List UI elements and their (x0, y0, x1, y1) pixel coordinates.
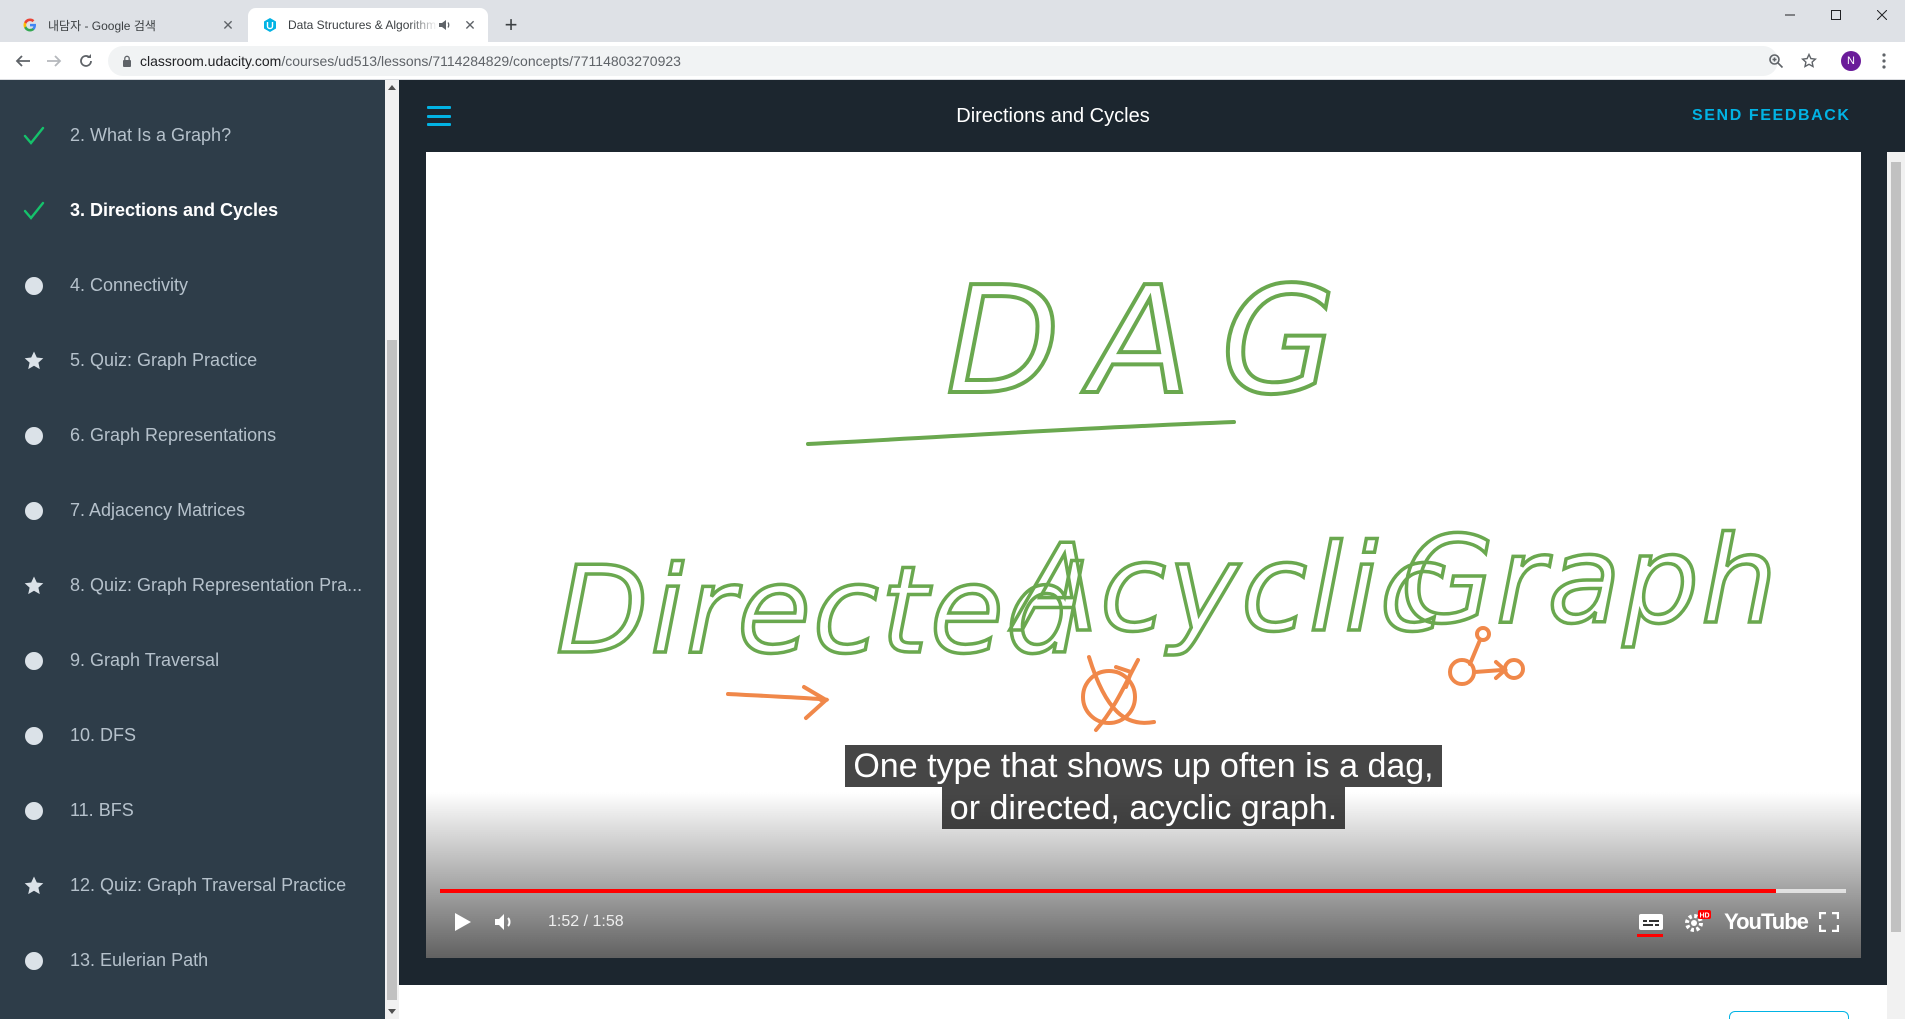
tab-title: 내담자 - Google 검색 (48, 18, 156, 33)
sidebar-item[interactable]: 13. Eulerian Path (0, 923, 385, 998)
tab-close-icon[interactable]: ✕ (218, 15, 238, 35)
main-content: Directions and Cycles SEND FEEDBACK DAG … (399, 80, 1905, 1019)
incomplete-dot-icon (22, 649, 46, 673)
lesson-header: Directions and Cycles SEND FEEDBACK (399, 80, 1905, 152)
sidebar-item-label: 4. Connectivity (70, 275, 189, 295)
checkmark-icon (22, 199, 46, 223)
sidebar-item-label: 6. Graph Representations (70, 425, 277, 445)
sidebar-item-label: 9. Graph Traversal (70, 650, 220, 670)
window-close-icon[interactable] (1859, 0, 1905, 30)
sidebar-item-label: 12. Quiz: Graph Traversal Practice (70, 875, 347, 895)
hd-badge: HD (1699, 913, 1709, 920)
subtitles-active-indicator (1637, 934, 1663, 937)
star-icon (22, 874, 46, 898)
board-arrow-sketch (726, 685, 830, 720)
page-title: Directions and Cycles (956, 104, 1150, 127)
forward-arrow-icon[interactable] (41, 48, 67, 74)
sidebar-item[interactable]: 12. Quiz: Graph Traversal Practice (0, 848, 385, 923)
address-bar[interactable]: classroom.udacity.com/courses/ud513/less… (108, 46, 1778, 76)
sidebar-item[interactable]: 11. BFS (0, 773, 385, 848)
profile-avatar[interactable]: N (1841, 51, 1861, 71)
new-tab-icon[interactable]: + (500, 12, 522, 37)
star-icon (22, 349, 46, 373)
checkmark-icon (22, 124, 46, 148)
board-word-graph: Graph (1401, 512, 1779, 651)
scroll-down-arrow-icon[interactable] (388, 1009, 396, 1014)
youtube-logo[interactable]: YouTube (1724, 904, 1809, 940)
google-g-icon (22, 17, 38, 33)
minimize-icon[interactable] (1767, 0, 1813, 30)
lock-icon[interactable] (122, 55, 132, 67)
partial-button[interactable] (1729, 1011, 1849, 1019)
video-time: 1:52 / 1:58 (548, 913, 624, 930)
sidebar-item-label: 13. Eulerian Path (70, 950, 209, 970)
tab-udacity[interactable]: Data Structures & Algorithms ✕ (248, 8, 488, 42)
board-word-acyclic: Acyclic (1009, 520, 1448, 659)
caption-line: or directed, acyclic graph. (426, 787, 1861, 829)
scroll-up-arrow-icon[interactable] (388, 85, 396, 90)
incomplete-dot-icon (22, 499, 46, 523)
progress-played (440, 889, 1776, 893)
speaker-icon[interactable] (438, 19, 454, 31)
sidebar-item[interactable]: 4. Connectivity (0, 248, 385, 323)
sidebar-item[interactable]: 9. Graph Traversal (0, 623, 385, 698)
tab-strip: 내담자 - Google 검색 ✕ Data Structures & Algo… (0, 0, 1905, 42)
sidebar-item-label: 8. Quiz: Graph Representation Pra... (70, 575, 363, 595)
sidebar-scrollbar[interactable] (385, 80, 399, 1019)
incomplete-dot-icon (22, 724, 46, 748)
scrollbar-thumb[interactable] (387, 340, 397, 1000)
play-icon[interactable] (446, 904, 480, 940)
sidebar-item[interactable]: 8. Quiz: Graph Representation Pra... (0, 548, 385, 623)
incomplete-dot-icon (22, 949, 46, 973)
tab-close-icon[interactable]: ✕ (460, 15, 480, 35)
video-progress-bar[interactable] (440, 889, 1846, 893)
sidebar-item-label: 3. Directions and Cycles (70, 200, 279, 220)
sidebar-item-label: 7. Adjacency Matrices (70, 500, 246, 520)
zoom-icon[interactable] (1767, 52, 1785, 70)
sidebar-item[interactable]: 7. Adjacency Matrices (0, 473, 385, 548)
scrollbar-thumb[interactable] (1891, 162, 1901, 932)
sidebar-item[interactable]: 3. Directions and Cycles (0, 173, 385, 248)
sidebar-item[interactable]: 5. Quiz: Graph Practice (0, 323, 385, 398)
video-player[interactable]: DAG Directed Acyclic Graph One type that… (426, 152, 1861, 958)
url-host: classroom.udacity.com (140, 53, 282, 69)
sidebar-item-label: 10. DFS (70, 725, 137, 745)
menu-dots-icon[interactable] (1874, 51, 1894, 71)
sidebar-item[interactable]: 2. What Is a Graph? (0, 98, 385, 173)
reload-icon[interactable] (73, 48, 99, 74)
back-arrow-icon[interactable] (10, 48, 36, 74)
sidebar-item-label: 11. BFS (70, 800, 134, 820)
content-below-video (399, 985, 1889, 1019)
browser-toolbar: classroom.udacity.com/courses/ud513/less… (0, 42, 1905, 80)
fullscreen-icon[interactable] (1812, 904, 1846, 940)
volume-icon[interactable] (488, 904, 522, 940)
main-scrollbar[interactable] (1887, 152, 1905, 1019)
board-no-cycle-sketch (1081, 655, 1156, 732)
bookmark-star-icon[interactable] (1800, 52, 1818, 70)
incomplete-dot-icon (22, 424, 46, 448)
url-path: /courses/ud513/lessons/7114284829/concep… (281, 53, 681, 69)
incomplete-dot-icon (22, 274, 46, 298)
sidebar-item[interactable]: 6. Graph Representations (0, 398, 385, 473)
star-icon (22, 574, 46, 598)
udacity-icon (262, 17, 278, 33)
settings-gear-icon[interactable]: HD (1680, 904, 1714, 940)
tab-title: Data Structures & Algorithms (288, 18, 438, 32)
sidebar-item-label: 5. Quiz: Graph Practice (70, 350, 258, 370)
sidebar-item-label: 2. What Is a Graph? (70, 125, 232, 145)
caption-line: One type that shows up often is a dag, (426, 745, 1861, 787)
sidebar-item[interactable]: 10. DFS (0, 698, 385, 773)
board-title-text: DAG (946, 255, 1366, 427)
board-word-directed: Directed (556, 542, 1084, 681)
lesson-sidebar: 2. What Is a Graph? 3. Directions and Cyc… (0, 80, 385, 1019)
send-feedback-link[interactable]: SEND FEEDBACK (1692, 80, 1851, 152)
maximize-icon[interactable] (1813, 0, 1859, 30)
tab-google-search[interactable]: 내담자 - Google 검색 ✕ (8, 8, 246, 42)
incomplete-dot-icon (22, 799, 46, 823)
